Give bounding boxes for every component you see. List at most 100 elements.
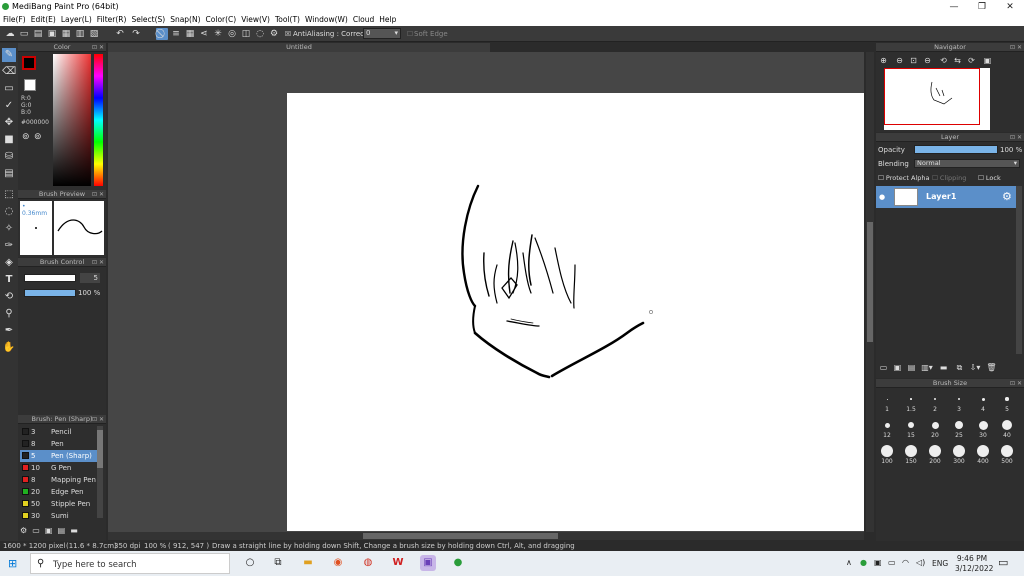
actual-size-icon[interactable]: ⊖ xyxy=(922,55,933,66)
undo-icon[interactable]: ↶ xyxy=(114,28,126,40)
maximize-button[interactable]: ❐ xyxy=(968,0,996,14)
add-layer-menu-icon[interactable]: ▥▾ xyxy=(920,362,934,373)
brush-size-option[interactable]: 500 xyxy=(996,444,1018,465)
brush-tool-icon[interactable]: ✎ xyxy=(2,48,16,62)
menu-tool[interactable]: Tool(T) xyxy=(272,14,302,24)
redo-icon[interactable]: ↷ xyxy=(130,28,142,40)
tray-arrow-icon[interactable]: ∧ xyxy=(846,558,852,567)
brush-size-option[interactable]: 200 xyxy=(924,444,946,465)
brush-opacity-slider[interactable] xyxy=(24,289,76,297)
snap-off-icon[interactable]: ⃠ xyxy=(156,28,168,40)
brush-size-option[interactable]: 4 xyxy=(972,392,994,413)
firefox-icon[interactable]: ◉ xyxy=(330,555,346,571)
medibang-taskbar-icon[interactable]: ▣ xyxy=(420,555,436,571)
add-brush-icon[interactable]: ▭ xyxy=(32,526,40,535)
flip-icon[interactable]: ⇆ xyxy=(952,55,963,66)
fit-icon[interactable]: ⊡ xyxy=(908,55,919,66)
brush-size-option[interactable]: 1 xyxy=(876,392,898,413)
brush-list-item[interactable]: 20 Edge Pen xyxy=(20,486,100,498)
clock[interactable]: 9:46 PM 3/12/2022 xyxy=(955,554,993,574)
battery-icon[interactable]: ▭ xyxy=(888,558,896,567)
menu-color[interactable]: Color(C) xyxy=(203,14,239,24)
eraser-tool-icon[interactable]: ⌫ xyxy=(2,65,16,79)
language-indicator[interactable]: ENG xyxy=(932,559,948,568)
save-icon[interactable]: ▣ xyxy=(46,28,58,40)
eyedropper-tool-icon[interactable]: ⚲ xyxy=(2,307,16,321)
brush-list-item[interactable]: 5 Pen (Sharp) xyxy=(20,450,100,462)
lock-checkbox[interactable]: ☐ Lock xyxy=(978,174,1001,182)
select-tool-icon[interactable]: ⬚ xyxy=(2,188,16,202)
bucket-tool-icon[interactable]: ⛁ xyxy=(2,150,16,164)
layer-settings-icon[interactable]: ⚙ xyxy=(1002,190,1012,203)
new-layer-icon[interactable]: ▭ xyxy=(878,362,889,373)
eyedropper2-tool-icon[interactable]: ✒ xyxy=(2,324,16,338)
brush-list-item[interactable]: 8 Mapping Pen xyxy=(20,474,100,486)
shape-tool-icon[interactable]: ▭ xyxy=(2,82,16,96)
task-view-icon[interactable]: ⧉ xyxy=(270,555,286,571)
hue-slider[interactable] xyxy=(94,54,103,186)
cortana-icon[interactable]: ○ xyxy=(242,555,258,571)
brush-size-option[interactable]: 3 xyxy=(948,392,970,413)
notification-icon[interactable]: ▭ xyxy=(998,556,1008,569)
tray-app-icon[interactable]: ● xyxy=(860,558,867,567)
rotate-right-icon[interactable]: ⟳ xyxy=(966,55,977,66)
parallel-snap-icon[interactable]: ≡ xyxy=(170,28,182,40)
cloud-icon[interactable]: ☁ xyxy=(4,28,16,40)
correction-select[interactable]: 0 ▾ xyxy=(363,28,401,39)
zoom-out-icon[interactable]: ⊖ xyxy=(894,55,905,66)
panel-icon[interactable]: ▧ xyxy=(88,28,100,40)
menu-window[interactable]: Window(W) xyxy=(302,14,350,24)
new-8bit-layer-icon[interactable]: ▤ xyxy=(906,362,917,373)
protect-alpha-checkbox[interactable]: ☐ Protect Alpha xyxy=(878,174,929,182)
brush-size-option[interactable]: 100 xyxy=(876,444,898,465)
brush-list-scrollbar[interactable] xyxy=(97,426,103,518)
wps-icon[interactable]: W xyxy=(390,555,406,571)
brush-size-option[interactable]: 12 xyxy=(876,418,898,439)
foreground-color-swatch[interactable] xyxy=(22,56,36,70)
volume-icon[interactable]: ◁) xyxy=(916,558,925,567)
lasso-tool-icon[interactable]: ◌ xyxy=(2,205,16,219)
reset-view-icon[interactable]: ▣ xyxy=(982,55,993,66)
menu-edit[interactable]: Edit(E) xyxy=(28,14,58,24)
select-eraser-tool-icon[interactable]: ◈ xyxy=(2,256,16,270)
merge-layer-icon[interactable]: ⇩▾ xyxy=(968,362,982,373)
brush-size-option[interactable]: 40 xyxy=(996,418,1018,439)
rotate-left-icon[interactable]: ⟲ xyxy=(938,55,949,66)
brush-size-option[interactable]: 30 xyxy=(972,418,994,439)
layer-visibility-icon[interactable]: ● xyxy=(879,193,885,201)
brush-list-item[interactable]: 3 Pencil xyxy=(20,426,100,438)
brush-size-option[interactable]: 150 xyxy=(900,444,922,465)
delete-layer-icon[interactable]: 🗑 xyxy=(986,362,997,373)
new-halftone-layer-icon[interactable]: ▣ xyxy=(892,362,903,373)
tray-display-icon[interactable]: ▣ xyxy=(874,558,882,567)
brush-menu-icon[interactable]: ▣ xyxy=(45,526,53,535)
menu-view[interactable]: View(V) xyxy=(238,14,272,24)
snap-settings-icon[interactable]: ⚙ xyxy=(268,28,280,40)
menu-filter[interactable]: Filter(R) xyxy=(94,14,129,24)
menu-snap[interactable]: Snap(N) xyxy=(167,14,202,24)
navigator-viewport[interactable] xyxy=(884,68,980,125)
transparent-swatch[interactable] xyxy=(24,79,36,91)
navigator-thumbnail[interactable] xyxy=(884,68,990,130)
brush-list-item[interactable]: 10 G Pen xyxy=(20,462,100,474)
windows-start-icon[interactable]: ⊞ xyxy=(8,557,17,570)
blending-select[interactable]: Normal ▾ xyxy=(914,159,1020,168)
document-tab[interactable]: Untitled xyxy=(108,43,490,52)
color-settings-icon[interactable]: ⊚ xyxy=(34,132,42,142)
chrome-icon[interactable]: ◍ xyxy=(360,555,376,571)
brush-list-item[interactable]: 50 Stipple Pen xyxy=(20,498,100,510)
new-file-icon[interactable]: ▭ xyxy=(18,28,30,40)
layer-row[interactable]: ● Layer1 ⚙ xyxy=(876,186,1016,208)
file-explorer-icon[interactable]: ▬ xyxy=(300,555,316,571)
grid-icon[interactable]: ▥ xyxy=(74,28,86,40)
menu-help[interactable]: Help xyxy=(376,14,398,24)
brush-size-option[interactable]: 25 xyxy=(948,418,970,439)
brush-folder-icon[interactable]: ▬ xyxy=(70,526,78,535)
gradient-tool-icon[interactable]: ▤ xyxy=(2,167,16,181)
taskbar-search-box[interactable]: ⚲ Type here to search xyxy=(30,553,230,574)
radial-snap-icon[interactable]: ✳ xyxy=(212,28,224,40)
select-pen-tool-icon[interactable]: ✑ xyxy=(2,239,16,253)
magic-wand-tool-icon[interactable]: ✧ xyxy=(2,222,16,236)
brush-settings-icon[interactable]: ⚙ xyxy=(20,526,27,535)
drawing-canvas[interactable] xyxy=(287,93,864,531)
